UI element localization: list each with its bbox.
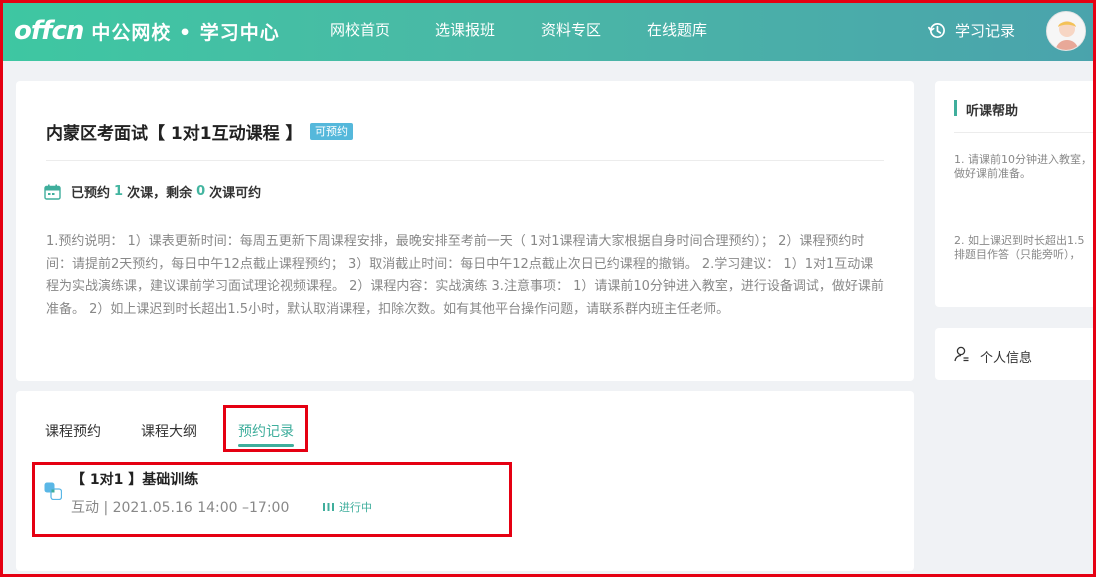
- booked-count: 1: [114, 184, 124, 199]
- stats-prefix: 已预约: [71, 186, 111, 201]
- stats-mid: 次课，剩余: [127, 186, 193, 201]
- status-badge: 可预约: [310, 123, 353, 140]
- nav-home[interactable]: 网校首页: [330, 0, 390, 61]
- records-card: 课程预约 课程大纲 预约记录 【 1对1 】基础训练 互动 | 2021.05.…: [16, 391, 914, 571]
- help-line: 2. 如上课迟到时长超出1.5: [954, 234, 1085, 247]
- personal-info-card[interactable]: 个人信息: [935, 328, 1096, 380]
- help-line: 做好课前准备。: [954, 167, 1031, 180]
- help-item: 1. 请课前10分钟进入教室， 做好课前准备。: [954, 153, 1096, 181]
- tab-highlight-box: [223, 405, 308, 452]
- course-info-card: 内蒙区考面试【 1对1互动课程 】 可预约 已预约 1 次课，剩余 0 次课可约…: [16, 81, 914, 381]
- help-line: 1. 请课前10分钟进入教室，: [954, 153, 1092, 166]
- divider: [46, 160, 884, 161]
- help-card: 听课帮助 1. 请课前10分钟进入教室， 做好课前准备。 2. 如上课迟到时长超…: [935, 81, 1096, 307]
- help-title: 听课帮助: [966, 104, 1019, 119]
- record-highlight-box: [32, 462, 512, 537]
- help-title-bar: [954, 100, 957, 116]
- help-item: 2. 如上课迟到时长超出1.5 排题目作答（只能旁听），: [954, 234, 1096, 262]
- remaining-count: 0: [196, 184, 206, 199]
- history-icon: [928, 22, 945, 39]
- history-label: 学习记录: [955, 22, 1016, 40]
- avatar[interactable]: [1046, 11, 1086, 51]
- nav-question-bank[interactable]: 在线题库: [647, 0, 707, 61]
- help-line: 排题目作答（只能旁听），: [954, 248, 1081, 261]
- divider: [954, 132, 1096, 133]
- logo-text: 中公网校 • 学习中心: [91, 21, 280, 44]
- nav-materials[interactable]: 资料专区: [541, 0, 601, 61]
- calendar-icon: [44, 184, 61, 200]
- booking-stats: 已预约 1 次课，剩余 0 次课可约: [44, 182, 261, 201]
- top-header: offcn 中公网校 • 学习中心 网校首页 选课报班 资料专区 在线题库 学习…: [0, 0, 1096, 61]
- nav-course-select[interactable]: 选课报班: [435, 0, 495, 61]
- tab-course-booking[interactable]: 课程预约: [45, 421, 101, 441]
- user-avatar-icon: [1047, 12, 1085, 50]
- logo-mark: offcn: [14, 16, 84, 46]
- course-description: 1.预约说明： 1）课表更新时间：每周五更新下周课程安排，最晚安排至考前一天（ …: [46, 234, 884, 317]
- personal-info-label: 个人信息: [980, 351, 1033, 366]
- course-title: 内蒙区考面试【 1对1互动课程 】: [46, 124, 303, 144]
- user-icon: [954, 346, 969, 362]
- history-link[interactable]: 学习记录: [927, 0, 1015, 61]
- logo[interactable]: offcn 中公网校 • 学习中心: [14, 14, 280, 48]
- tab-course-outline[interactable]: 课程大纲: [141, 421, 197, 441]
- stats-suffix: 次课可约: [209, 186, 262, 201]
